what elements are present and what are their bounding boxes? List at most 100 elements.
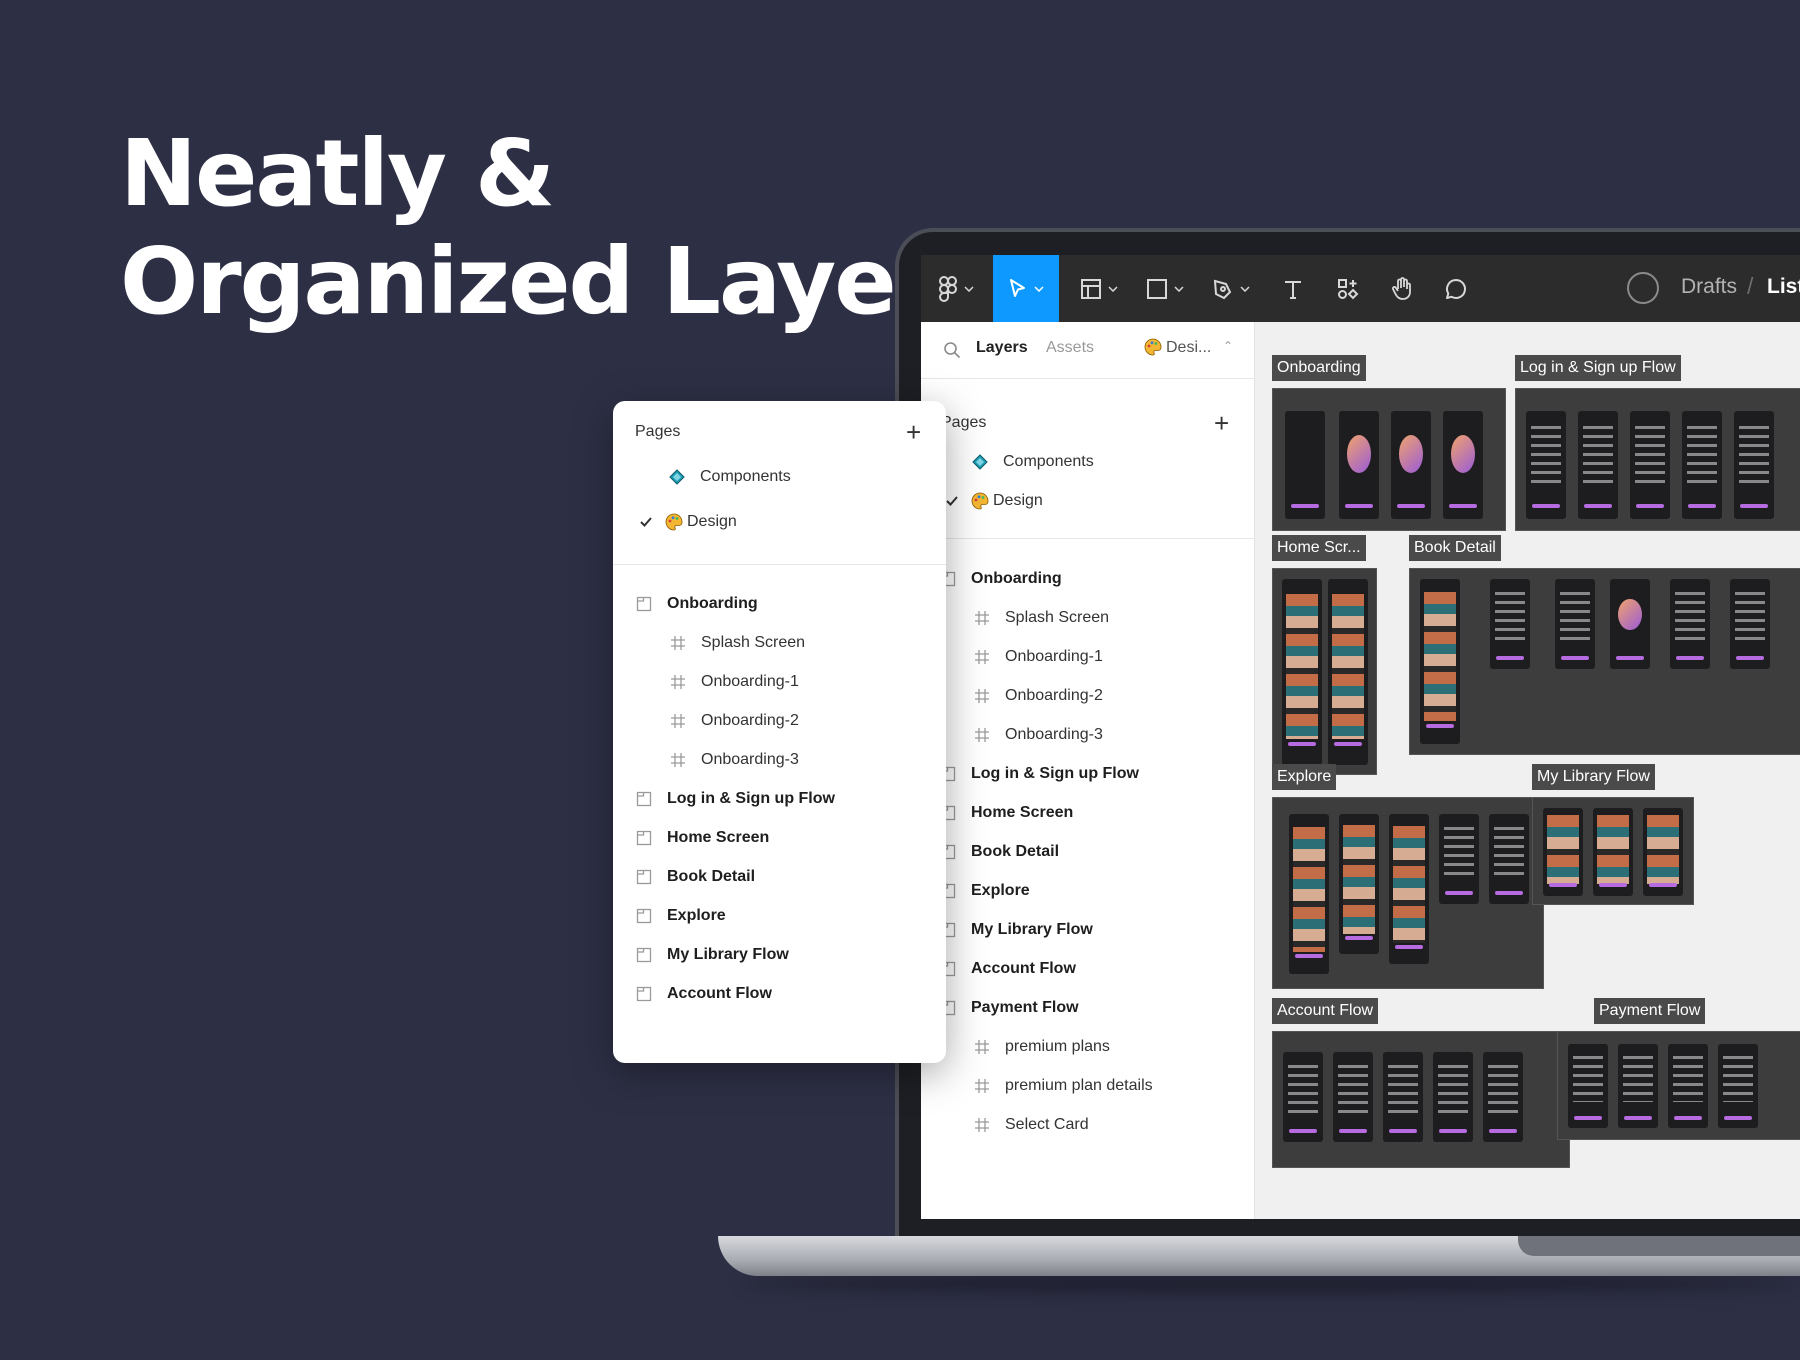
frame-thumbnail: [1389, 814, 1429, 964]
layer-frame[interactable]: Select Card: [973, 1105, 1089, 1145]
current-page-selector[interactable]: Desi...: [1166, 339, 1211, 357]
layer-section[interactable]: Onboarding: [939, 559, 1062, 599]
frame-tool-button[interactable]: [1067, 255, 1131, 322]
section-label-login[interactable]: Log in & Sign up Flow: [1515, 355, 1681, 381]
headline-line-2: Organized Layer: [120, 228, 940, 335]
comment-tool-button[interactable]: [1431, 255, 1481, 322]
add-page-icon[interactable]: +: [1214, 410, 1229, 436]
layer-frame[interactable]: Splash Screen: [973, 598, 1109, 638]
layer-label: premium plans: [1005, 1038, 1110, 1055]
frame-thumbnail: [1283, 1052, 1323, 1142]
layer-section[interactable]: Account Flow: [939, 949, 1076, 989]
layer-frame[interactable]: Onboarding-3: [669, 740, 799, 780]
page-item-components[interactable]: Components: [971, 442, 1094, 482]
palette-emoji-icon: [1144, 338, 1162, 356]
section-payment-flow[interactable]: [1557, 1031, 1800, 1140]
layer-section[interactable]: Account Flow: [635, 974, 772, 1014]
page-item-design[interactable]: Design: [943, 481, 1043, 521]
frame-thumbnail: [1593, 808, 1633, 896]
section-book-detail[interactable]: [1409, 568, 1800, 755]
layer-section[interactable]: Home Screen: [635, 818, 769, 858]
layer-frame[interactable]: Onboarding-1: [973, 637, 1103, 677]
layer-label: Home Screen: [971, 804, 1074, 821]
layer-label: Onboarding-2: [701, 712, 799, 729]
section-icon: [635, 985, 653, 1003]
layer-frame[interactable]: Splash Screen: [669, 623, 805, 663]
section-icon: [635, 790, 653, 808]
canvas[interactable]: Onboarding Log in & Sign up Flow Home Sc…: [1255, 322, 1800, 1219]
pen-tool-button[interactable]: [1199, 255, 1263, 322]
section-onboarding[interactable]: [1272, 388, 1506, 531]
frame-thumbnail: [1483, 1052, 1523, 1142]
text-tool-button[interactable]: [1271, 255, 1315, 322]
pages-layers-card: Pages + Components Design Onboarding Spla…: [613, 401, 946, 1063]
layer-label: My Library Flow: [971, 921, 1093, 938]
layer-section[interactable]: Onboarding: [635, 584, 758, 624]
layer-section[interactable]: Payment Flow: [939, 988, 1079, 1028]
layer-label: Onboarding-2: [1005, 687, 1103, 704]
layer-label: Select Card: [1005, 1116, 1089, 1133]
layer-label: Splash Screen: [1005, 609, 1110, 626]
layer-section[interactable]: Book Detail: [939, 832, 1059, 872]
search-icon[interactable]: [943, 341, 961, 359]
layer-label: Book Detail: [667, 868, 756, 885]
layer-label: Home Screen: [667, 829, 770, 846]
layer-section[interactable]: Explore: [635, 896, 726, 936]
page-item-design[interactable]: Design: [637, 502, 737, 542]
section-home-screen[interactable]: [1272, 568, 1377, 775]
file-name[interactable]: List: [1767, 275, 1800, 299]
main-menu-button[interactable]: [921, 255, 991, 322]
resources-button[interactable]: [1323, 255, 1373, 322]
frame-thumbnail: [1555, 579, 1595, 669]
section-login-signup[interactable]: [1515, 388, 1800, 531]
section-label-my-library[interactable]: My Library Flow: [1532, 764, 1655, 790]
section-explore[interactable]: [1272, 797, 1544, 989]
frame-icon: [669, 712, 687, 730]
layer-section[interactable]: Book Detail: [635, 857, 755, 897]
section-label-explore[interactable]: Explore: [1272, 764, 1337, 790]
breadcrumb-drafts[interactable]: Drafts: [1681, 275, 1737, 299]
layer-frame[interactable]: premium plan details: [973, 1066, 1153, 1106]
frame-thumbnail: [1734, 411, 1774, 519]
layer-label: My Library Flow: [667, 946, 789, 963]
section-label-account[interactable]: Account Flow: [1272, 998, 1379, 1024]
layer-frame[interactable]: Onboarding-2: [973, 676, 1103, 716]
section-label-onboarding[interactable]: Onboarding: [1272, 355, 1366, 381]
section-label-home[interactable]: Home Scr...: [1272, 535, 1366, 561]
chevron-up-icon[interactable]: ⌃: [1223, 339, 1233, 353]
layer-section[interactable]: Log in & Sign up Flow: [939, 754, 1139, 794]
section-icon: [635, 595, 653, 613]
layer-label: Onboarding-1: [701, 673, 799, 690]
frame-thumbnail: [1730, 579, 1770, 669]
layer-frame[interactable]: Onboarding-2: [669, 701, 799, 741]
section-label-book-detail[interactable]: Book Detail: [1409, 535, 1501, 561]
tab-layers[interactable]: Layers: [976, 339, 1028, 357]
frame-icon: [973, 687, 991, 705]
frame-thumbnail: [1282, 579, 1322, 765]
shape-tool-button[interactable]: [1133, 255, 1197, 322]
hand-tool-button[interactable]: [1377, 255, 1427, 322]
section-label-payment[interactable]: Payment Flow: [1594, 998, 1706, 1024]
layer-frame[interactable]: Onboarding-1: [669, 662, 799, 702]
layer-label: Account Flow: [667, 985, 772, 1002]
layer-section[interactable]: My Library Flow: [635, 935, 789, 975]
layer-frame[interactable]: premium plans: [973, 1027, 1110, 1067]
frame-thumbnail: [1568, 1044, 1608, 1128]
frame-thumbnail: [1339, 411, 1379, 519]
tab-assets[interactable]: Assets: [1046, 339, 1094, 357]
layer-section[interactable]: Log in & Sign up Flow: [635, 779, 835, 819]
layer-section[interactable]: Home Screen: [939, 793, 1073, 833]
add-page-icon[interactable]: +: [906, 419, 921, 445]
layer-section[interactable]: Explore: [939, 871, 1030, 911]
avatar[interactable]: [1627, 272, 1659, 304]
move-tool-button[interactable]: [993, 255, 1059, 322]
divider: [613, 564, 946, 565]
section-account-flow[interactable]: [1272, 1031, 1570, 1168]
frame-thumbnail: [1630, 411, 1670, 519]
layer-section[interactable]: My Library Flow: [939, 910, 1093, 950]
layer-frame[interactable]: Onboarding-3: [973, 715, 1103, 755]
section-my-library[interactable]: [1532, 797, 1694, 905]
page-item-components[interactable]: Components: [668, 457, 791, 497]
frame-thumbnail: [1682, 411, 1722, 519]
frame-thumbnail: [1328, 579, 1368, 765]
